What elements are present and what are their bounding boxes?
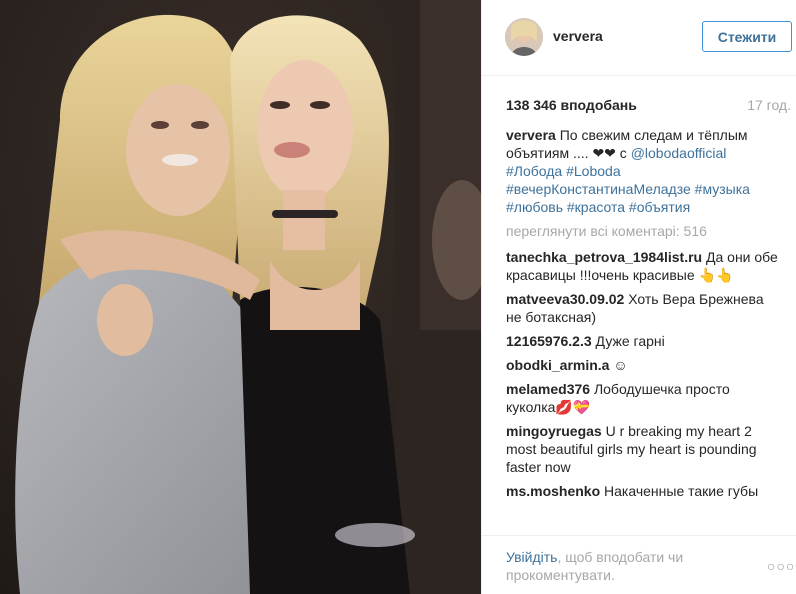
- comment-text: Накаченные такие губы: [604, 483, 759, 499]
- likes-row: 138 346 вподобань 17 год.: [506, 97, 791, 113]
- comment-username[interactable]: mingoyruegas: [506, 423, 602, 439]
- caption-hashtags[interactable]: #Лобода #Loboda #вечерКонстантинаМеладзе…: [506, 163, 750, 215]
- login-prompt: Увійдіть, щоб вподобати чи прокоментуват…: [506, 548, 736, 584]
- comment: obodki_armin.a ☺: [506, 356, 781, 374]
- comment: mingoyruegas U r breaking my heart 2 mos…: [506, 422, 781, 476]
- comment-username[interactable]: ms.moshenko: [506, 483, 600, 499]
- post-time[interactable]: 17 год.: [747, 97, 791, 113]
- caption: ververa По свежим следам и тёплым объяти…: [506, 126, 781, 216]
- comment-text: Дуже гарні: [595, 333, 665, 349]
- post-photo[interactable]: [0, 0, 481, 594]
- more-comments-link[interactable]: переглянути всі коментарі: 516: [506, 222, 781, 240]
- comment-username[interactable]: tanechka_petrova_1984list.ru: [506, 249, 702, 265]
- comment-username[interactable]: matveeva30.09.02: [506, 291, 624, 307]
- comments-list: ververa По свежим следам и тёплым объяти…: [506, 126, 781, 530]
- comment: tanechka_petrova_1984list.ru Да они обе …: [506, 248, 781, 284]
- likes-count[interactable]: 138 346 вподобань: [506, 97, 637, 113]
- comment: melamed376 Лободушечка просто куколка💋💝: [506, 380, 781, 416]
- comment-username[interactable]: melamed376: [506, 381, 590, 397]
- comment: ms.moshenko Накаченные такие губы: [506, 482, 781, 500]
- caption-username[interactable]: ververa: [506, 127, 556, 143]
- follow-button[interactable]: Стежити: [702, 21, 792, 52]
- comment: matveeva30.09.02 Хоть Вера Брежнева не б…: [506, 290, 781, 326]
- caption-mention[interactable]: @lobodaofficial: [631, 145, 727, 161]
- post-sidebar: ververa Стежити 138 346 вподобань 17 год…: [481, 0, 796, 594]
- post-header: ververa Стежити: [482, 0, 796, 76]
- login-link[interactable]: Увійдіть: [506, 549, 557, 565]
- header-username[interactable]: ververa: [553, 28, 603, 44]
- more-options-icon[interactable]: ○○○: [767, 558, 795, 574]
- instagram-post-page: ververa Стежити 138 346 вподобань 17 год…: [0, 0, 796, 594]
- comment-text: ☺: [613, 357, 628, 373]
- comment-username[interactable]: 12165976.2.3: [506, 333, 592, 349]
- avatar[interactable]: [505, 18, 543, 56]
- comment: 12165976.2.3 Дуже гарні: [506, 332, 781, 350]
- post-footer: Увійдіть, щоб вподобати чи прокоментуват…: [482, 535, 796, 594]
- comment-username[interactable]: obodki_armin.a: [506, 357, 609, 373]
- photo-image: [0, 0, 481, 594]
